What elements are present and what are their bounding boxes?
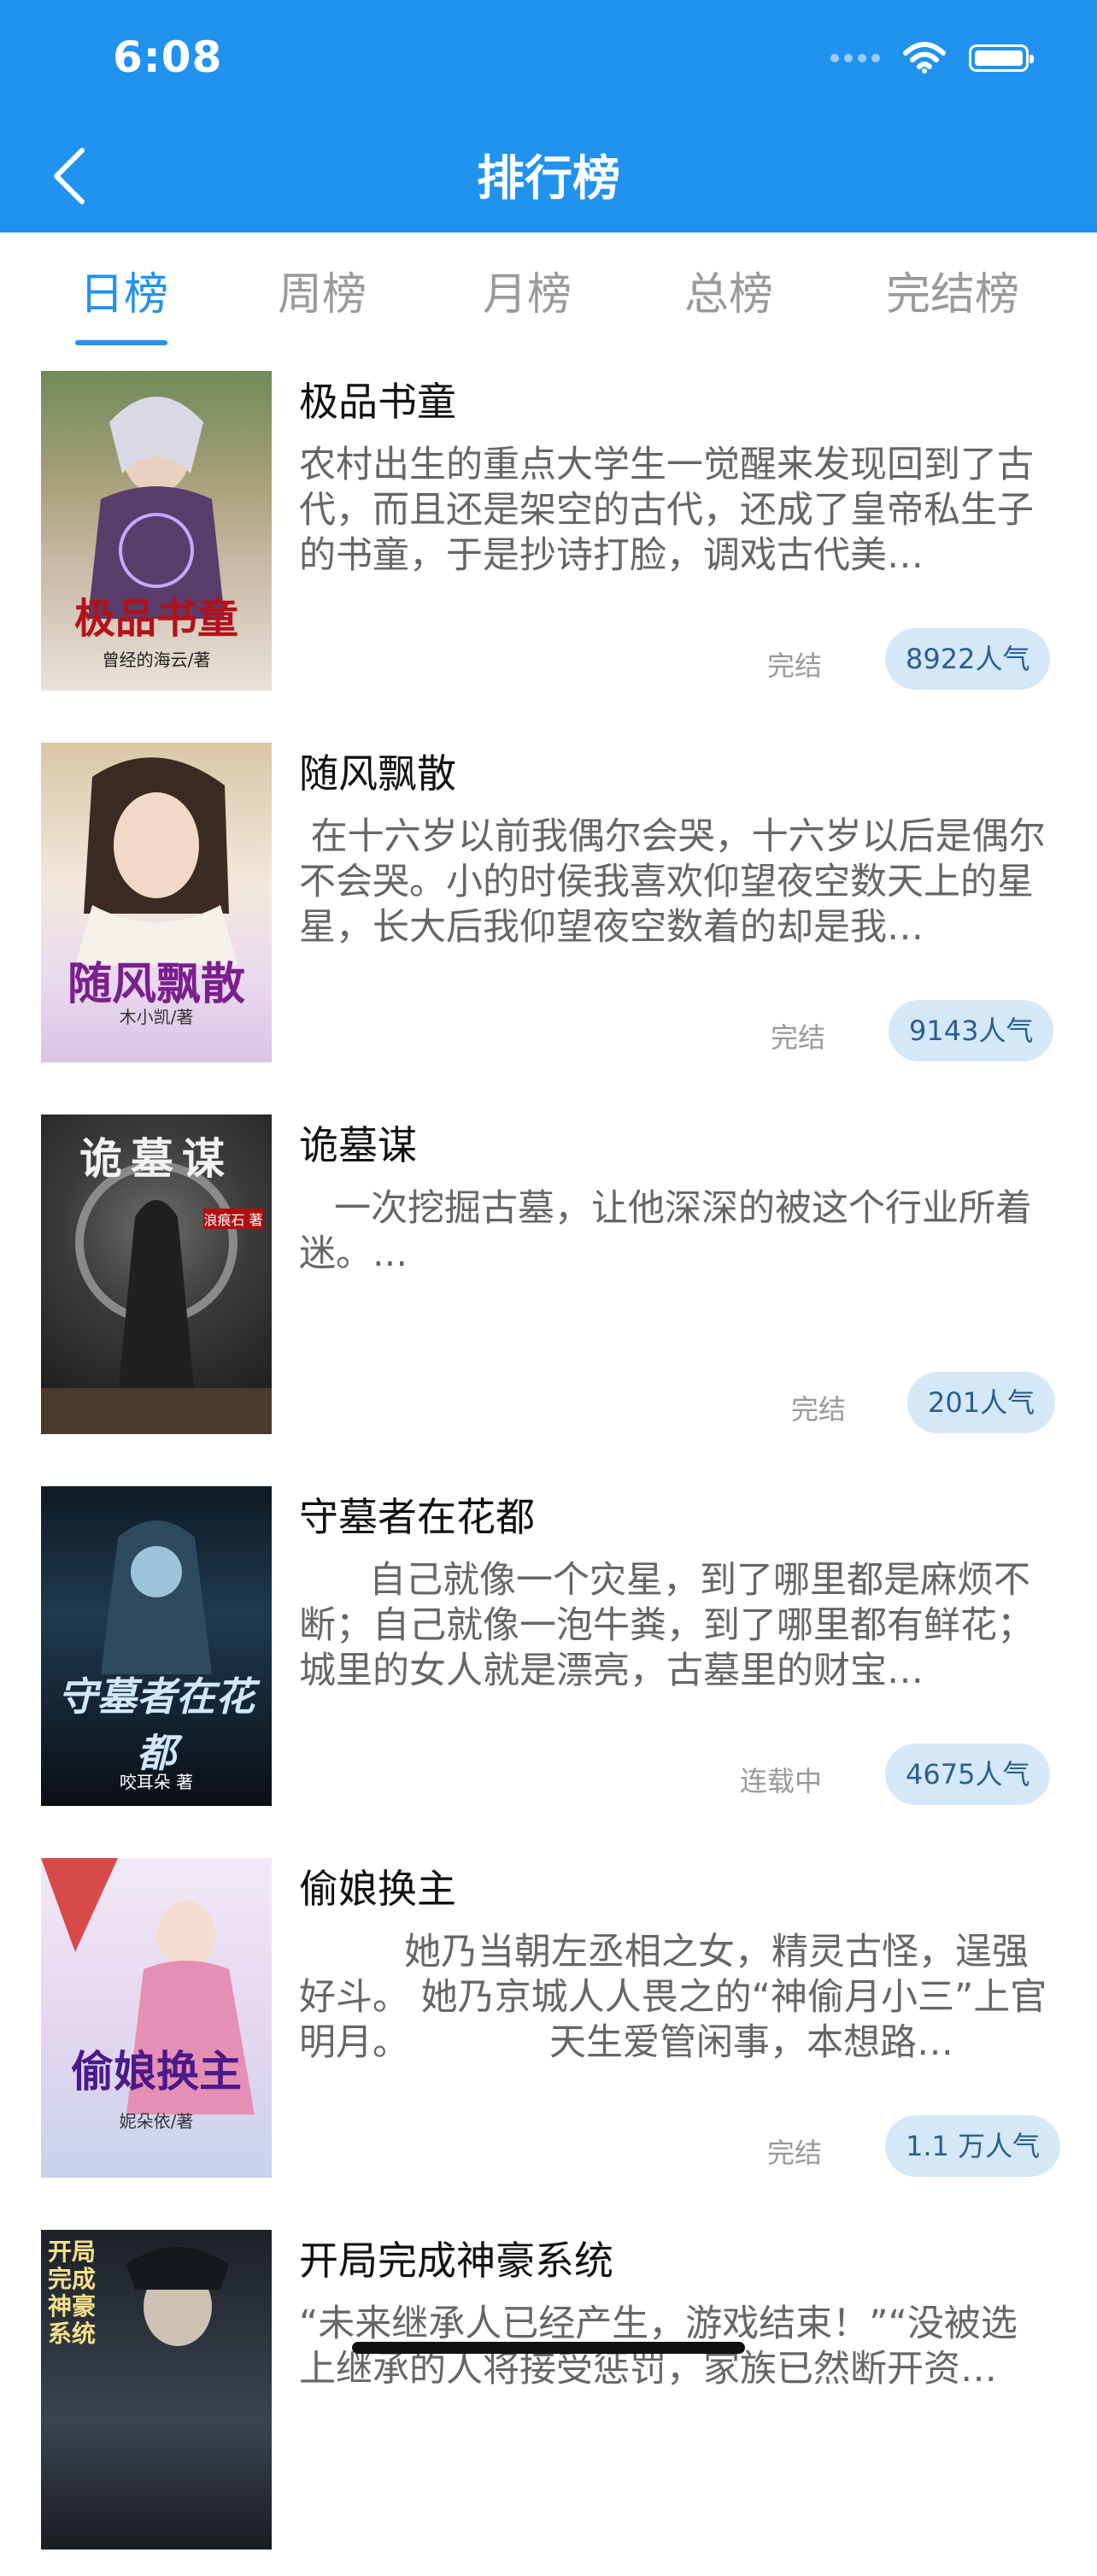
cover-title: 偷娘换主 — [71, 2046, 242, 2097]
tab-weekly[interactable]: 周榜 — [275, 258, 369, 322]
book-description: 一次挖掘古墓，让他深深的被这个行业所着迷。... — [299, 1187, 1033, 1275]
book-status: 完结 — [767, 650, 823, 682]
cover-title: 开局完成神豪系统 — [47, 2238, 96, 2348]
book-title[interactable]: 诡墓谋 — [299, 1115, 417, 1171]
popularity-badge: 1.1 万人气 — [885, 2115, 1061, 2177]
wifi-icon — [903, 42, 946, 74]
cellular-signal-icon — [830, 54, 880, 62]
page-title: 排行榜 — [477, 151, 620, 207]
tab-monthly[interactable]: 月榜 — [480, 258, 574, 322]
book-item[interactable]: 极品书童 曾经的海云/著 极品书童 农村出生的重点大学生一觉醒来发现回到了古代，… — [0, 345, 1097, 717]
book-status: 完结 — [791, 1393, 847, 1426]
cover-author: 木小凯/著 — [119, 1007, 194, 1027]
book-status: 连载中 — [740, 1765, 823, 1797]
status-time: 6:08 — [113, 32, 223, 82]
book-description: 自己就像一个灾星，到了哪里都是麻烦不断；自己就像一泡牛粪，到了哪里都有鲜花；城里… — [299, 1559, 1034, 1692]
book-cover[interactable]: 开局完成神豪系统 — [41, 2230, 272, 2550]
popularity-badge: 8922人气 — [885, 628, 1051, 690]
book-title[interactable]: 随风飘散 — [299, 743, 456, 799]
book-item[interactable]: 偷娘换主 妮朵依/著 偷娘换主 她乃当朝左丞相之女，精灵古怪，逞强好斗。 她乃京… — [0, 1832, 1097, 2204]
book-description: 她乃当朝左丞相之女，精灵古怪，逞强好斗。 她乃京城人人畏之的“神偷月小三”上官明… — [299, 1931, 1047, 2064]
popularity-badge: 201人气 — [907, 1372, 1056, 1433]
book-item[interactable]: 守墓者在花都 咬耳朵 著 守墓者在花都 自己就像一个灾星，到了哪里都是麻烦不断；… — [0, 1461, 1097, 1832]
book-status: 完结 — [767, 2137, 823, 2169]
popularity-badge: 4675人气 — [885, 1744, 1051, 1805]
tab-daily[interactable]: 日榜 — [77, 258, 171, 322]
cover-author: 曾经的海云/著 — [102, 650, 211, 670]
popularity-badge: 9143人气 — [889, 1000, 1054, 1062]
cover-title: 极品书童 — [73, 595, 238, 643]
book-description: “未来继承人已经产生，游戏结束！”“没被选上继承的人将接受惩罚，家族已然断开资… — [299, 2303, 1018, 2391]
book-cover[interactable]: 随风飘散 木小凯/著 — [41, 743, 272, 1062]
status-icons — [830, 41, 1034, 75]
tab-completed[interactable]: 完结榜 — [880, 258, 1025, 322]
tab-total[interactable]: 总榜 — [682, 258, 776, 322]
book-item[interactable]: 开局完成神豪系统 开局完成神豪系统 “未来继承人已经产生，游戏结束！”“没被选上… — [0, 2204, 1097, 2576]
book-title[interactable]: 开局完成神豪系统 — [299, 2230, 613, 2286]
cover-title: 守墓者在花都 — [58, 1673, 255, 1776]
book-description: 在十六岁以前我偶尔会哭，十六岁以后是偶尔不会哭。小的时侯我喜欢仰望夜空数天上的星… — [299, 815, 1046, 949]
home-indicator[interactable] — [352, 2342, 745, 2354]
book-item[interactable]: 诡墓谋 浪痕石 著 诡墓谋 一次挖掘古墓，让他深深的被这个行业所着迷。... 完… — [0, 1089, 1097, 1461]
ranking-tabs: 日榜 周榜 月榜 总榜 完结榜 — [0, 232, 1097, 345]
cover-title: 随风飘散 — [67, 958, 245, 1010]
book-cover[interactable]: 守墓者在花都 咬耳朵 著 — [41, 1486, 272, 1806]
book-item[interactable]: 随风飘散 木小凯/著 随风飘散 在十六岁以前我偶尔会哭，十六岁以后是偶尔不会哭。… — [0, 717, 1097, 1089]
book-title[interactable]: 极品书童 — [299, 371, 456, 427]
book-cover[interactable]: 诡墓谋 浪痕石 著 — [41, 1115, 272, 1434]
cover-author: 咬耳朵 著 — [119, 1772, 194, 1792]
book-status: 完结 — [771, 1021, 826, 1054]
book-title[interactable]: 守墓者在花都 — [299, 1486, 535, 1543]
book-cover[interactable]: 极品书童 曾经的海云/著 — [41, 371, 272, 691]
cover-title: 诡墓谋 — [79, 1133, 233, 1184]
battery-icon — [969, 44, 1034, 72]
book-cover[interactable]: 偷娘换主 妮朵依/著 — [41, 1858, 272, 2178]
header-bar: 6:08 排行榜 — [0, 0, 1097, 232]
cover-author: 浪痕石 著 — [203, 1209, 263, 1229]
book-title[interactable]: 偷娘换主 — [299, 1858, 456, 1914]
book-description: 农村出生的重点大学生一觉醒来发现回到了古代，而且还是架空的古代，还成了皇帝私生子… — [299, 444, 1034, 577]
cover-author: 妮朵依/著 — [119, 2111, 194, 2132]
